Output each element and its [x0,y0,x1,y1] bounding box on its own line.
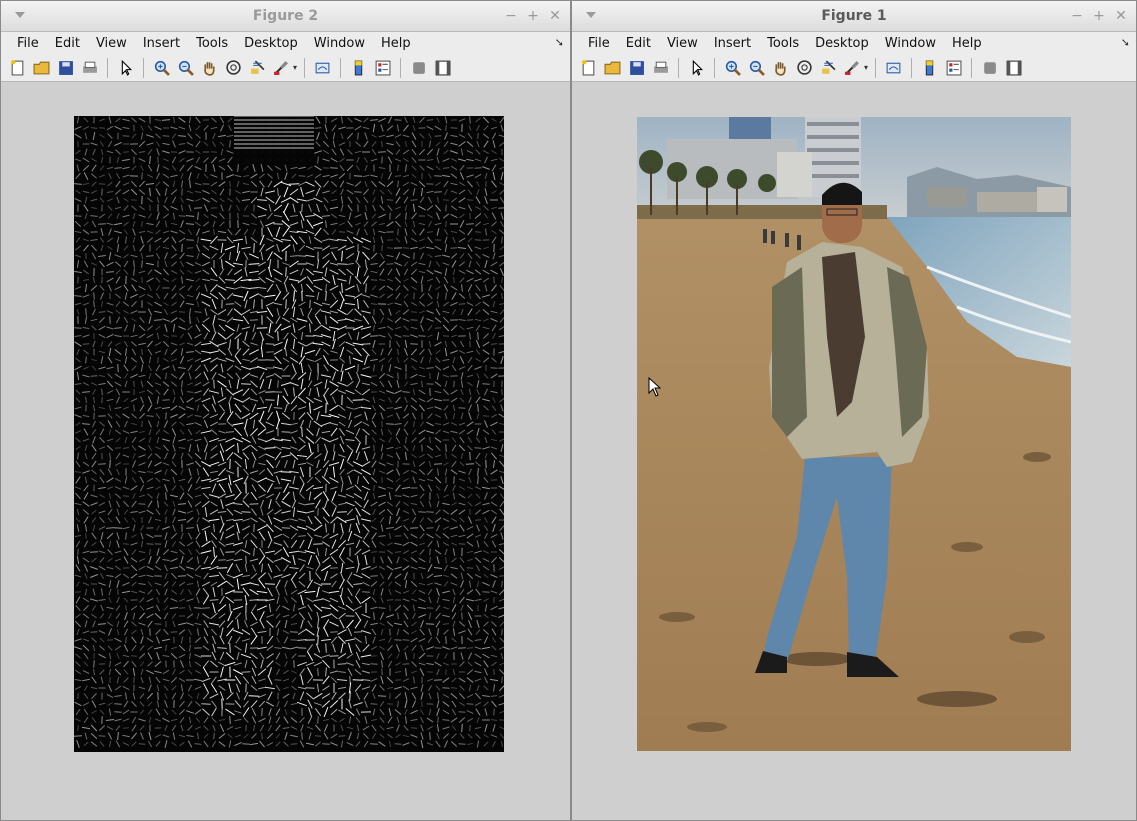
show-plot-tools-icon[interactable] [432,57,453,78]
dock-arrow-icon[interactable]: ➘ [555,36,564,49]
data-cursor-icon[interactable] [818,57,839,78]
brush-icon[interactable] [271,57,292,78]
zoom-out-icon[interactable] [175,57,196,78]
hog-visualization [74,116,504,749]
pan-hand-icon[interactable] [199,57,220,78]
minimize-icon[interactable]: − [504,7,518,25]
toolbar-separator [143,57,144,78]
title-bar[interactable]: Figure 2 − + ✕ [1,1,570,32]
hide-plot-tools-icon[interactable] [408,57,429,78]
menu-help[interactable]: Help [944,36,990,51]
menu-edit[interactable]: Edit [47,36,88,51]
link-plot-icon[interactable] [312,57,333,78]
menu-file[interactable]: File [580,36,618,51]
close-icon[interactable]: ✕ [1114,7,1128,25]
menu-insert[interactable]: Insert [135,36,188,51]
menu-edit[interactable]: Edit [618,36,659,51]
menu-tools[interactable]: Tools [759,36,807,51]
figure-1-window[interactable]: Figure 1 − + ✕ File Edit View Insert Too… [571,0,1137,821]
window-title: Figure 2 [252,8,319,24]
toolbar-separator [971,57,973,78]
close-icon[interactable]: ✕ [548,7,562,25]
brush-dropdown-icon[interactable]: ▾ [864,63,868,72]
edit-plot-arrow-icon[interactable] [686,57,707,78]
data-cursor-icon[interactable] [247,57,268,78]
show-plot-tools-icon[interactable] [1003,57,1024,78]
toolbar-separator [304,57,306,78]
rotate-3d-icon[interactable] [794,57,815,78]
menu-tools[interactable]: Tools [188,36,236,51]
toolbar-separator [340,57,342,78]
toolbar-separator [400,57,402,78]
menu-view[interactable]: View [88,36,135,51]
link-plot-icon[interactable] [883,57,904,78]
toolbar-separator [678,57,679,78]
hide-plot-tools-icon[interactable] [979,57,1000,78]
menu-bar: File Edit View Insert Tools Desktop Wind… [572,32,1136,54]
toolbar-separator [107,57,108,78]
menu-desktop[interactable]: Desktop [807,36,877,51]
maximize-icon[interactable]: + [526,7,540,25]
dock-arrow-icon[interactable]: ➘ [1121,36,1130,49]
legend-icon[interactable] [943,57,964,78]
pan-hand-icon[interactable] [770,57,791,78]
mouse-cursor-icon [648,377,662,397]
zoom-in-icon[interactable] [151,57,172,78]
toolbar-separator [875,57,877,78]
print-icon[interactable] [650,57,671,78]
colorbar-icon[interactable] [919,57,940,78]
menu-bar: File Edit View Insert Tools Desktop Wind… [1,32,570,54]
legend-icon[interactable] [372,57,393,78]
save-icon[interactable] [55,57,76,78]
brush-dropdown-icon[interactable]: ▾ [293,63,297,72]
colorbar-icon[interactable] [348,57,369,78]
beach-photo-image [637,117,1071,751]
toolbar-separator [911,57,913,78]
brush-icon[interactable] [842,57,863,78]
beach-photo [637,117,1071,751]
open-file-icon[interactable] [31,57,52,78]
open-file-icon[interactable] [602,57,623,78]
toolbar-separator [714,57,715,78]
figure-toolbar: ▾ [1,54,570,82]
figure-2-window[interactable]: Figure 2 − + ✕ File Edit View Insert Too… [0,0,571,821]
rotate-3d-icon[interactable] [223,57,244,78]
menu-help[interactable]: Help [373,36,419,51]
hog-feature-image [74,116,504,752]
hog-cells [74,116,504,749]
figure-toolbar: ▾ [572,54,1136,82]
zoom-out-icon[interactable] [746,57,767,78]
menu-window[interactable]: Window [306,36,373,51]
title-bar[interactable]: Figure 1 − + ✕ [572,1,1136,32]
maximize-icon[interactable]: + [1092,7,1106,25]
print-icon[interactable] [79,57,100,78]
minimize-icon[interactable]: − [1070,7,1084,25]
new-figure-icon[interactable] [7,57,28,78]
window-title: Figure 1 [821,8,887,24]
menu-desktop[interactable]: Desktop [236,36,306,51]
menu-insert[interactable]: Insert [706,36,759,51]
zoom-in-icon[interactable] [722,57,743,78]
edit-plot-arrow-icon[interactable] [115,57,136,78]
save-icon[interactable] [626,57,647,78]
menu-file[interactable]: File [9,36,47,51]
menu-window[interactable]: Window [877,36,944,51]
menu-view[interactable]: View [659,36,706,51]
new-figure-icon[interactable] [578,57,599,78]
